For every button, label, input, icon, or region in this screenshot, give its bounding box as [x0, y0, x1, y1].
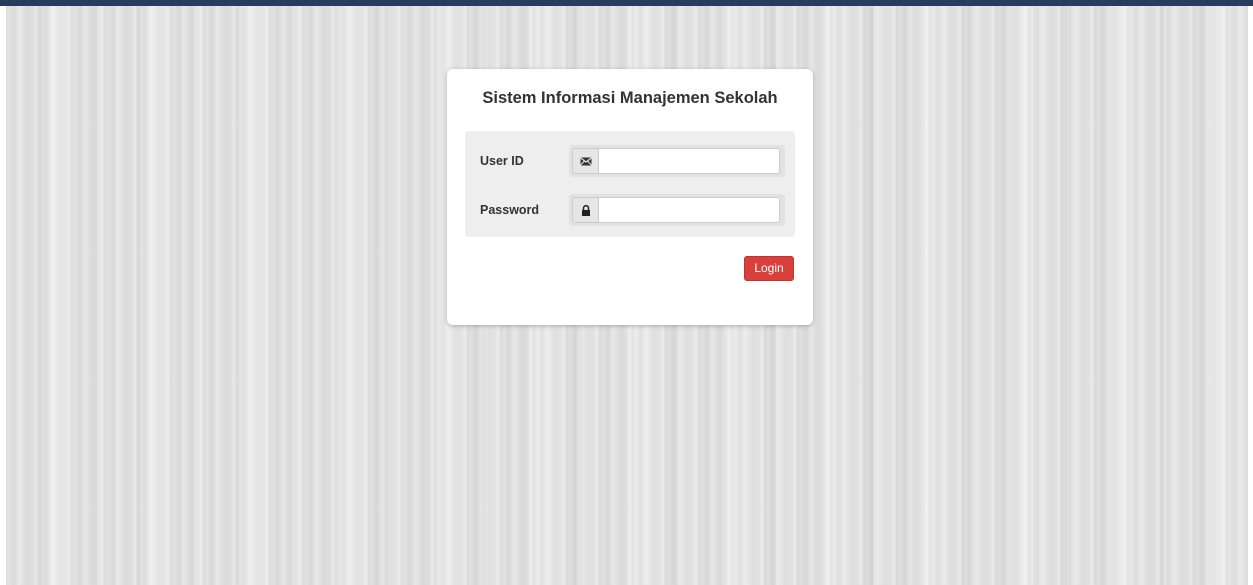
user-id-input[interactable] — [598, 148, 780, 174]
lock-icon — [572, 197, 598, 223]
top-bar — [0, 0, 1253, 6]
password-row: Password — [465, 194, 795, 234]
right-edge — [1248, 6, 1253, 585]
login-title: Sistem Informasi Manajemen Sekolah — [482, 89, 778, 107]
user-id-row: User ID — [465, 145, 795, 185]
password-label: Password — [480, 203, 540, 217]
user-id-label: User ID — [480, 154, 524, 168]
password-input-group — [569, 194, 785, 226]
user-id-input-group — [569, 145, 785, 177]
envelope-icon — [572, 148, 598, 174]
login-button[interactable]: Login — [744, 256, 794, 281]
login-card: Sistem Informasi Manajemen Sekolah User … — [447, 69, 813, 325]
password-input[interactable] — [598, 197, 780, 223]
login-form: User ID Password — [465, 131, 795, 237]
left-edge — [0, 6, 6, 585]
